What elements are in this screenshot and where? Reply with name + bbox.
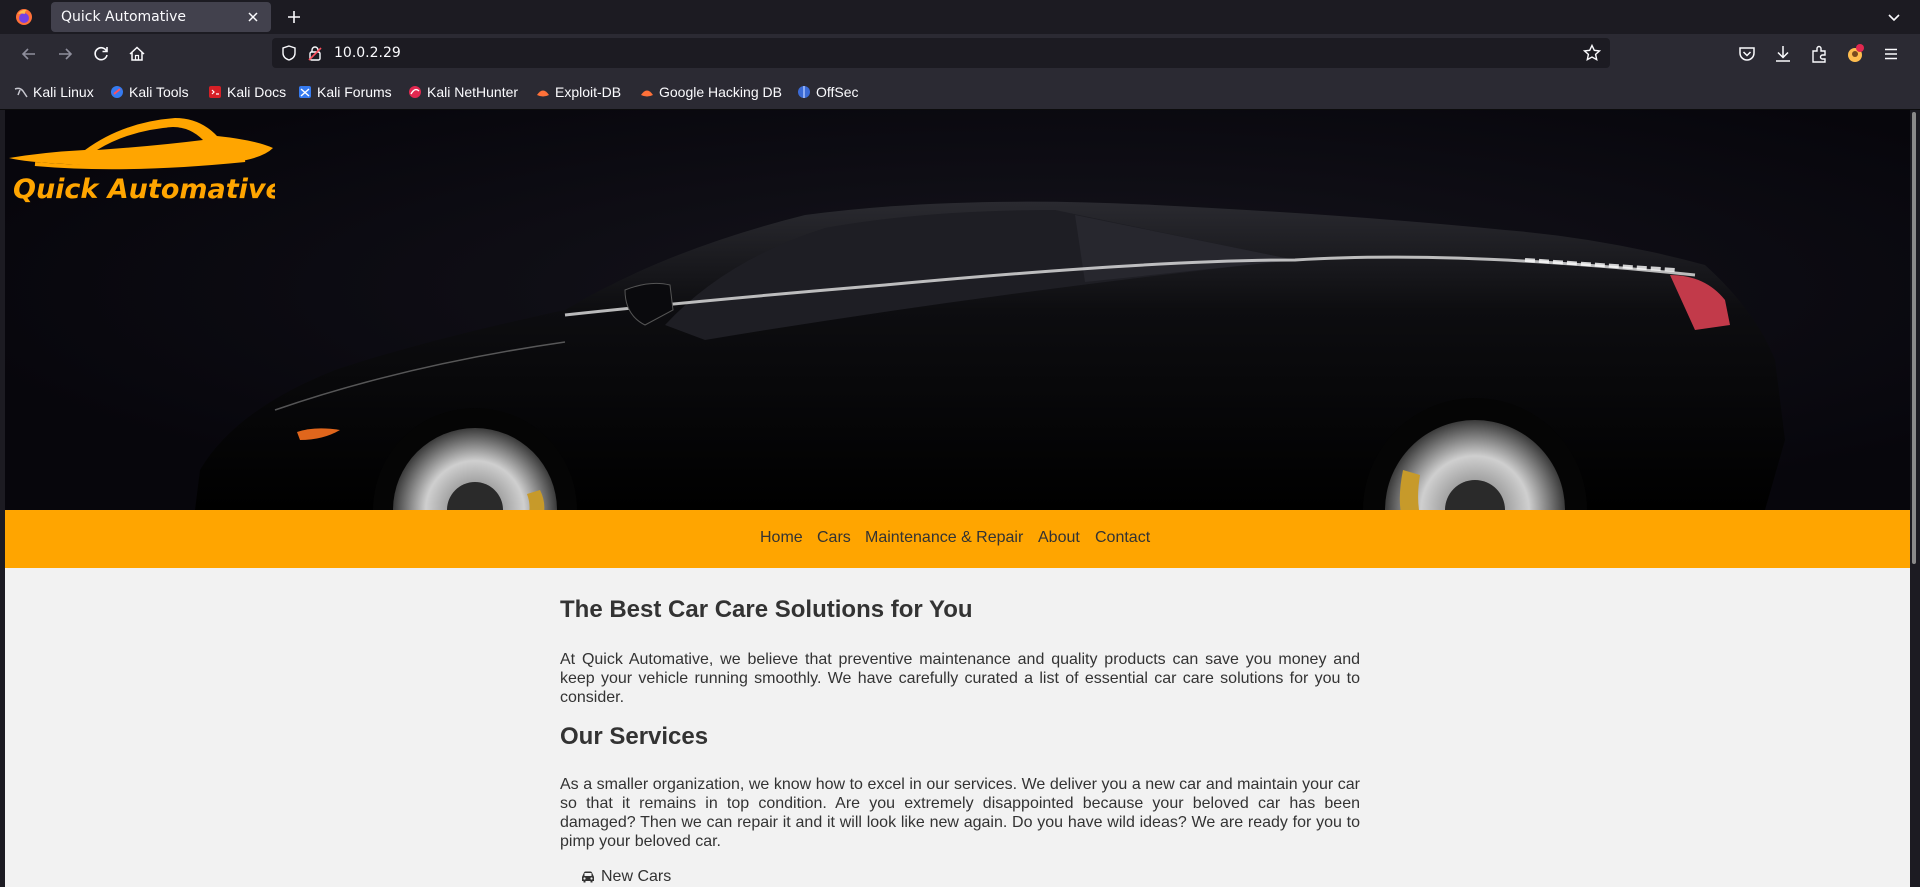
- services-paragraph: As a smaller organization, we know how t…: [560, 776, 1360, 850]
- address-bar[interactable]: 10.0.2.29: [272, 38, 1610, 68]
- bookmark-label: Google Hacking DB: [659, 84, 782, 100]
- bookmark-label: Kali Linux: [33, 84, 94, 100]
- intro-paragraph: At Quick Automative, we believe that pre…: [560, 651, 1360, 706]
- bookmark-label: Kali Forums: [317, 84, 392, 100]
- bookmark-kali-docs[interactable]: Kali Docs: [208, 83, 286, 101]
- bookmark-label: Kali Docs: [227, 84, 287, 100]
- nav-contact[interactable]: Contact: [1095, 529, 1150, 547]
- bookmark-kali-tools[interactable]: Kali Tools: [110, 83, 189, 101]
- bookmark-kali-forums[interactable]: Kali Forums: [298, 83, 392, 101]
- nav-home[interactable]: Home: [760, 529, 803, 547]
- page-scrollbar[interactable]: [1910, 110, 1920, 887]
- bookmarks-toolbar: Kali Linux Kali Tools Kali Docs Kali For…: [0, 74, 1920, 110]
- nav-about[interactable]: About: [1038, 529, 1080, 547]
- forward-icon[interactable]: [54, 43, 76, 65]
- bookmark-offsec[interactable]: OffSec: [797, 83, 859, 101]
- car-icon: [582, 871, 594, 883]
- bookmark-label: Kali Tools: [129, 84, 189, 100]
- bookmark-label: OffSec: [816, 84, 859, 100]
- tab-bar: Quick Automative: [0, 0, 1920, 34]
- bookmark-kali-linux[interactable]: Kali Linux: [14, 83, 94, 101]
- pocket-icon[interactable]: [1736, 43, 1758, 65]
- downloads-icon[interactable]: [1772, 43, 1794, 65]
- home-icon[interactable]: [126, 43, 148, 65]
- active-tab[interactable]: Quick Automative: [51, 2, 271, 32]
- tracking-protection-shield-icon[interactable]: [280, 44, 298, 62]
- hero-banner: Quick Automative: [5, 110, 1910, 510]
- bookmark-star-icon[interactable]: [1582, 43, 1602, 63]
- offsec-icon: [798, 86, 810, 98]
- bookmark-google-hacking-db[interactable]: Google Hacking DB: [640, 83, 782, 101]
- nav-cars[interactable]: Cars: [817, 529, 851, 547]
- account-avatar-icon[interactable]: [1844, 43, 1866, 65]
- close-tab-icon[interactable]: [243, 7, 263, 27]
- back-icon[interactable]: [18, 43, 40, 65]
- kali-docs-icon: [209, 86, 221, 98]
- bookmark-exploit-db[interactable]: Exploit-DB: [536, 83, 621, 101]
- service-label: New Cars: [601, 868, 672, 885]
- site-navigation: Home Cars Maintenance & Repair About Con…: [5, 510, 1910, 568]
- bookmark-label: Exploit-DB: [555, 84, 622, 100]
- kali-nethunter-icon: [409, 86, 421, 98]
- page-heading: The Best Car Care Solutions for You: [560, 596, 973, 623]
- navigation-toolbar: 10.0.2.29: [0, 34, 1920, 74]
- tab-title: Quick Automative: [61, 9, 187, 25]
- kali-linux-icon: [14, 87, 28, 98]
- scrollbar-thumb[interactable]: [1912, 112, 1916, 564]
- new-tab-icon[interactable]: [284, 7, 304, 27]
- google-hacking-db-icon: [641, 90, 653, 97]
- list-all-tabs-icon[interactable]: [1884, 7, 1904, 27]
- page-viewport: Quick Automative Home Cars Maintenance &…: [5, 110, 1910, 887]
- logo-text: Quick Automative: [13, 174, 275, 205]
- sports-car-image: [5, 110, 1910, 510]
- extensions-icon[interactable]: [1808, 43, 1830, 65]
- reload-icon[interactable]: [90, 43, 112, 65]
- service-item-new-cars: New Cars: [580, 868, 671, 886]
- insecure-lock-icon[interactable]: [306, 44, 324, 62]
- bookmark-label: Kali NetHunter: [427, 84, 519, 100]
- services-heading: Our Services: [560, 723, 709, 750]
- firefox-icon[interactable]: [15, 8, 33, 26]
- bookmark-kali-nethunter[interactable]: Kali NetHunter: [408, 83, 518, 101]
- quick-automative-logo[interactable]: Quick Automative: [5, 114, 275, 214]
- app-menu-icon[interactable]: [1880, 43, 1902, 65]
- url-text[interactable]: 10.0.2.29: [334, 45, 401, 61]
- exploit-db-icon: [537, 90, 549, 97]
- kali-forums-icon: [299, 86, 311, 98]
- nav-maintenance-repair[interactable]: Maintenance & Repair: [865, 529, 1023, 547]
- kali-tools-icon: [111, 86, 123, 98]
